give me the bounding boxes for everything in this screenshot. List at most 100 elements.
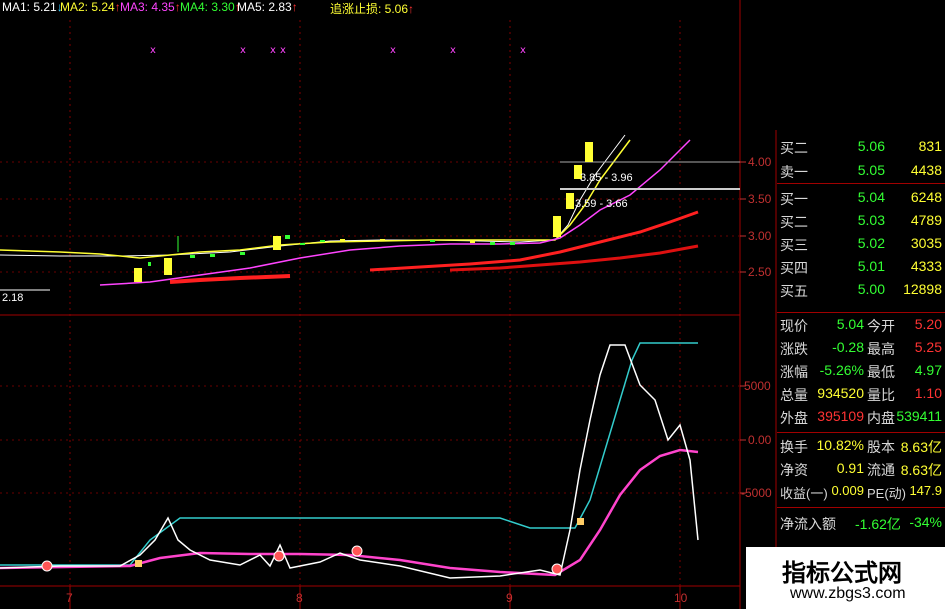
quote-key: 现价 xyxy=(780,318,808,334)
ask-row[interactable]: 卖一 5.05 4438 xyxy=(777,160,945,182)
watermark-title: 指标公式网 xyxy=(782,560,902,587)
netflow-label: 净流入额 xyxy=(780,516,836,532)
bid-volume: 4333 xyxy=(910,258,942,274)
quote-value: 5.20 xyxy=(914,316,942,332)
vertical-dotted-grid xyxy=(69,20,681,586)
x-axis-label: 8 xyxy=(296,591,303,605)
quote-key: 最高 xyxy=(867,341,895,357)
quote-value: 4.97 xyxy=(914,362,942,378)
bid-price: 5.03 xyxy=(857,212,885,228)
low-price-label: 2.18 xyxy=(2,292,24,304)
quote-value: 0.91 xyxy=(836,460,864,476)
axis-ticks xyxy=(740,161,746,494)
svg-text:x: x xyxy=(520,45,526,56)
x-axis-label: 9 xyxy=(506,591,513,605)
quote-row: 现价 5.04 今开 5.20 xyxy=(777,314,945,336)
bid-volume: 12898 xyxy=(903,281,942,297)
svg-text:x: x xyxy=(150,45,156,56)
bid-row[interactable]: 买一 5.04 6248 xyxy=(777,187,945,209)
signal-markers: xxx xxx x xyxy=(150,45,526,56)
ma4-label: MA4: 3.30↑ xyxy=(180,0,241,14)
osc-axis-label: 5000 xyxy=(744,379,771,393)
quote-key: 外盘 xyxy=(780,410,808,426)
watermark-url: www.zbgs3.com xyxy=(790,585,906,602)
watermark-logo: 指标公式网 www.zbgs3.com xyxy=(746,547,945,609)
quote-row: 收益(一) 0.009 PE(动) 147.9 xyxy=(777,481,945,503)
bid-row[interactable]: 买三 5.02 3035 xyxy=(777,233,945,255)
quote-key: 总量 xyxy=(780,387,808,403)
bid-price: 5.00 xyxy=(857,281,885,297)
bid-volume: 4789 xyxy=(910,212,942,228)
quote-value: 539411 xyxy=(896,408,942,424)
ma5-label: MA5: 2.83↑ xyxy=(237,0,298,14)
bid-row[interactable]: 买五 5.00 12898 xyxy=(777,279,945,301)
stop-loss-label: 追涨止损: 5.06↑ xyxy=(330,2,415,16)
ma3-label: MA3: 4.35↑ xyxy=(120,0,181,14)
osc-axis-label: 0.00 xyxy=(748,433,772,447)
quote-value: 10.82% xyxy=(816,437,864,453)
osc-white-line xyxy=(0,344,699,579)
quote-row: 外盘 395109 内盘 539411 xyxy=(777,406,945,428)
x-axis-label: 10 xyxy=(674,591,688,605)
quote-key: 涨幅 xyxy=(780,364,808,380)
quote-row: 涨幅 -5.26% 最低 4.97 xyxy=(777,360,945,382)
quote-key: 内盘 xyxy=(867,410,895,426)
quote-key: 今开 xyxy=(867,318,895,334)
bid-label: 买三 xyxy=(780,237,808,253)
quote-key: 量比 xyxy=(867,387,895,403)
quote-key: PE(动) xyxy=(867,486,907,501)
ask-volume: 831 xyxy=(918,138,942,154)
bid-row[interactable]: 买四 5.01 4333 xyxy=(777,256,945,278)
bid-label: 买四 xyxy=(780,260,808,276)
quote-value: 5.04 xyxy=(836,316,864,332)
quote-key: 收益(一) xyxy=(780,486,828,501)
x-axis-label: 7 xyxy=(66,591,73,605)
ma1-label: MA1: 5.21↓ xyxy=(2,0,63,14)
quote-value: 395109 xyxy=(817,408,864,424)
netflow-value: -1.62亿 xyxy=(855,516,901,532)
price-axis-label: 3.00 xyxy=(748,229,772,243)
quote-value: 5.25 xyxy=(914,339,942,355)
ask-row[interactable]: 买二 5.06 831 xyxy=(777,136,945,158)
bid-volume: 3035 xyxy=(910,235,942,251)
svg-text:x: x xyxy=(270,45,276,56)
order-book: 买二 5.06 831 卖一 5.05 4438 买一 5.04 6248 买二… xyxy=(777,136,945,310)
quote-value: 8.63亿 xyxy=(900,439,942,455)
ask-price: 5.06 xyxy=(857,138,885,154)
quote-row: 净资 0.91 流通 8.63亿 xyxy=(777,458,945,480)
svg-text:x: x xyxy=(450,45,456,56)
range-annotation-upper: 3.85 - 3.96 xyxy=(580,172,633,184)
quote-panel: 现价 5.04 今开 5.20 涨跌 -0.28 最高 5.25 涨幅 -5.2… xyxy=(777,314,945,514)
quote-row: 涨跌 -0.28 最高 5.25 xyxy=(777,337,945,359)
order-book-divider xyxy=(777,183,945,184)
panel-divider xyxy=(777,312,945,313)
quote-row: 换手 10.82% 股本 8.63亿 xyxy=(777,435,945,457)
quote-value: 934520 xyxy=(817,385,864,401)
quote-value: -5.26% xyxy=(819,362,864,378)
quote-key: 最低 xyxy=(867,364,895,380)
quote-key: 流通 xyxy=(867,462,895,478)
price-axis-label: 3.50 xyxy=(748,192,772,206)
candles xyxy=(134,142,593,282)
quote-key: 股本 xyxy=(867,439,895,455)
ma2-label: MA2: 5.24↑ xyxy=(60,0,121,14)
ask-label: 卖一 xyxy=(780,164,808,180)
osc-axis-label: -5000 xyxy=(741,486,772,500)
bid-label: 买一 xyxy=(780,191,808,207)
ask-label: 买二 xyxy=(780,140,808,156)
svg-text:x: x xyxy=(280,45,286,56)
bid-label: 买二 xyxy=(780,214,808,230)
quote-divider xyxy=(777,432,945,433)
price-axis-label: 2.50 xyxy=(748,265,772,279)
quote-value: 147.9 xyxy=(909,483,942,498)
quote-value: 0.009 xyxy=(831,483,864,498)
quote-key: 涨跌 xyxy=(780,341,808,357)
bid-row[interactable]: 买二 5.03 4789 xyxy=(777,210,945,232)
range-annotation-lower: 3.59 - 3.66 xyxy=(575,198,628,210)
quote-row: 总量 934520 量比 1.10 xyxy=(777,383,945,405)
quote-key: 净资 xyxy=(780,462,808,478)
svg-text:x: x xyxy=(240,45,246,56)
horizontal-dotted-grid xyxy=(0,161,740,494)
ma-white-line xyxy=(0,134,626,257)
bid-label: 买五 xyxy=(780,283,808,299)
